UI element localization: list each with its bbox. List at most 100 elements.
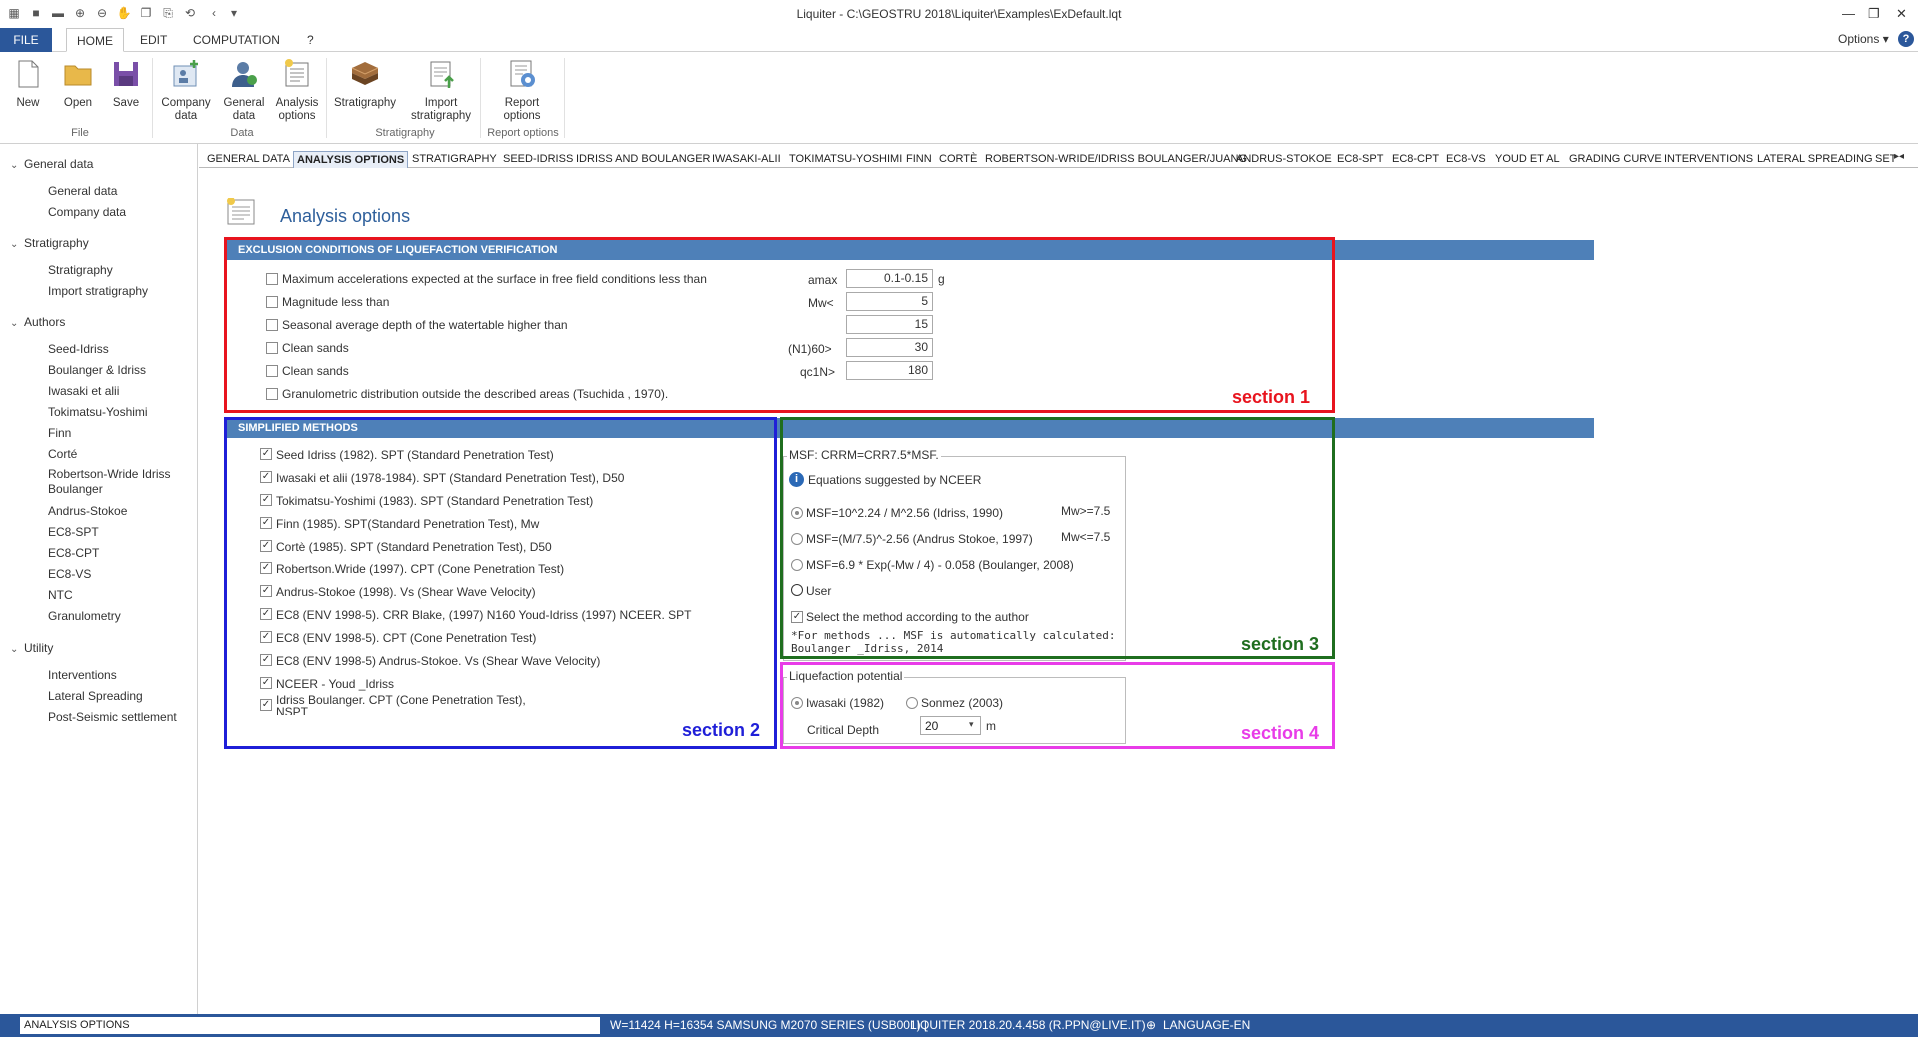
analysis-options-icon [227,198,255,225]
sidebar-item-stratigraphy[interactable]: Stratigraphy [48,263,113,277]
sidebar-group-stratigraphy[interactable]: ⌄ Stratigraphy [10,236,89,250]
status-language[interactable]: LANGUAGE-EN [1163,1018,1250,1032]
collapse-icon: ⌄ [10,160,19,171]
minimize-icon[interactable]: — [1842,6,1855,21]
stratigraphy-button[interactable]: Stratigraphy [332,58,398,110]
tab-analysis-options[interactable]: ANALYSIS OPTIONS [293,151,409,168]
tab-seed-idriss[interactable]: SEED-IDRISS [500,151,576,168]
collapse-icon: ⌄ [10,239,19,250]
sidebar-item-iwasaki[interactable]: Iwasaki et alii [48,384,119,398]
tab-andrus-stokoe[interactable]: ANDRUS-STOKOE [1233,151,1335,168]
sidebar-item-company-data[interactable]: Company data [48,205,126,219]
app-window: ▦ ■ ▬ ⊕ ⊖ ✋ ❐ ⎘ ⟲ ‹ ▾ Liquiter - C:\GEOS… [0,0,1918,1037]
general-label-2: data [232,110,256,122]
tab-ec8-spt[interactable]: EC8-SPT [1334,151,1386,168]
general-label-1: General [223,97,265,109]
sidebar-item-general-data[interactable]: General data [48,184,117,198]
tab-finn[interactable]: FINN [903,151,935,168]
tab-general-data[interactable]: GENERAL DATA [204,151,293,168]
open-button[interactable]: Open [60,58,96,110]
tab-scroll-icon[interactable]: ▸◂ [1894,151,1904,162]
import-label-1: Import [424,97,458,109]
section-2-label: section 2 [682,720,761,740]
menu-file[interactable]: FILE [0,28,52,52]
general-data-button[interactable]: General data [221,58,267,123]
sidebar-item-ec8-vs[interactable]: EC8-VS [48,567,91,581]
tab-corte[interactable]: CORTÈ [936,151,980,168]
new-label: New [16,97,40,109]
floppy-icon [114,62,138,86]
collapse-icon: ⌄ [10,318,19,329]
sidebar-item-import-stratigraphy[interactable]: Import stratigraphy [48,284,148,298]
section-3-box [780,417,1335,659]
layers-icon [351,62,379,85]
sidebar-item-post-seismic[interactable]: Post-Seismic settlement [48,710,177,724]
sidebar-group-label: Authors [24,315,66,329]
sidebar-item-interventions[interactable]: Interventions [48,668,117,682]
folder-icon [64,65,92,86]
group-file-label: File [71,127,89,139]
import-stratigraphy-button[interactable]: Import stratigraphy [408,58,474,123]
company-data-button[interactable]: Company data [160,58,212,123]
tab-ec8-cpt[interactable]: EC8-CPT [1389,151,1442,168]
sidebar-group-label: General data [24,157,94,171]
tab-youd[interactable]: YOUD ET AL [1492,151,1563,168]
tab-grading-curve[interactable]: GRADING CURVE [1566,151,1665,168]
sidebar-item-andrus-stokoe[interactable]: Andrus-Stokoe [48,504,127,518]
options-sheet-icon [285,59,309,87]
sidebar-item-ntc[interactable]: NTC [48,588,73,602]
report-gear-icon [510,60,535,87]
sidebar-item-ec8-spt[interactable]: EC8-SPT [48,525,99,539]
help-icon[interactable]: ? [1898,31,1914,47]
menu-computation[interactable]: COMPUTATION [183,28,290,52]
sidebar-item-ec8-cpt[interactable]: EC8-CPT [48,546,99,560]
import-label-2: stratigraphy [410,110,472,122]
options-menu[interactable]: Options ▾ [1838,32,1889,46]
status-version: LIQUITER 2018.20.4.458 (R.PPN@LIVE.IT) [910,1018,1146,1032]
sidebar-item-finn[interactable]: Finn [48,426,71,440]
save-label: Save [112,97,140,109]
tab-interventions[interactable]: INTERVENTIONS [1661,151,1756,168]
sidebar-item-tokimatsu[interactable]: Tokimatsu-Yoshimi [48,405,148,419]
status-printer: W=11424 H=16354 SAMSUNG M2070 SERIES (US… [610,1018,928,1032]
close-icon[interactable]: ✕ [1896,6,1907,22]
tab-tokimatsu[interactable]: TOKIMATSU-YOSHIMI [786,151,905,168]
menu-help[interactable]: ? [297,28,324,52]
report-options-button[interactable]: Report options [486,58,558,123]
ribbon-separator [480,58,481,138]
new-document-icon [18,60,39,88]
sidebar-group-label: Utility [24,641,54,655]
sidebar-item-seed-idriss[interactable]: Seed-Idriss [48,342,109,356]
page-title: Analysis options [280,206,411,226]
sidebar-item-granulometry[interactable]: Granulometry [48,609,121,623]
restore-icon[interactable]: ❐ [1868,6,1880,22]
sidebar-group-authors[interactable]: ⌄ Authors [10,315,65,329]
sidebar-group-utility[interactable]: ⌄ Utility [10,641,53,655]
company-label-1: Company [161,97,211,109]
analysis-options-button[interactable]: Analysis options [273,58,321,123]
tab-iwasaki[interactable]: IWASAKI-ALII [709,151,784,168]
tab-robertson[interactable]: ROBERTSON-WRIDE/IDRISS BOULANGER/JUANG [982,151,1250,168]
collapse-icon: ⌄ [10,644,19,655]
save-button[interactable]: Save [110,58,142,110]
menu-edit[interactable]: EDIT [130,28,177,52]
new-button[interactable]: New [12,58,44,110]
section-2-box [224,417,777,749]
sidebar-item-corte[interactable]: Corté [48,447,77,461]
section-4-label: section 4 [1241,723,1320,743]
tab-idriss-boulanger[interactable]: IDRISS AND BOULANGER [573,151,713,168]
globe-icon: ⊕ [1146,1018,1157,1032]
group-report-label: Report options [487,127,559,139]
ribbon-separator [564,58,565,138]
user-icon [232,62,257,87]
tab-ec8-vs[interactable]: EC8-VS [1443,151,1489,168]
sidebar-item-lateral-spreading[interactable]: Lateral Spreading [48,689,143,703]
tab-lateral-spreading[interactable]: LATERAL SPREADING [1754,151,1876,168]
sidebar-item-robertson[interactable]: Robertson-Wride Idriss Boulanger [48,467,178,497]
menu-home[interactable]: HOME [66,28,124,52]
sidebar-item-boulanger-idriss[interactable]: Boulanger & Idriss [48,363,146,377]
sidebar-group-general[interactable]: ⌄ General data [10,157,93,171]
tab-stratigraphy[interactable]: STRATIGRAPHY [409,151,500,168]
section-1-label: section 1 [1232,387,1311,407]
analysis-label-2: options [278,110,316,122]
